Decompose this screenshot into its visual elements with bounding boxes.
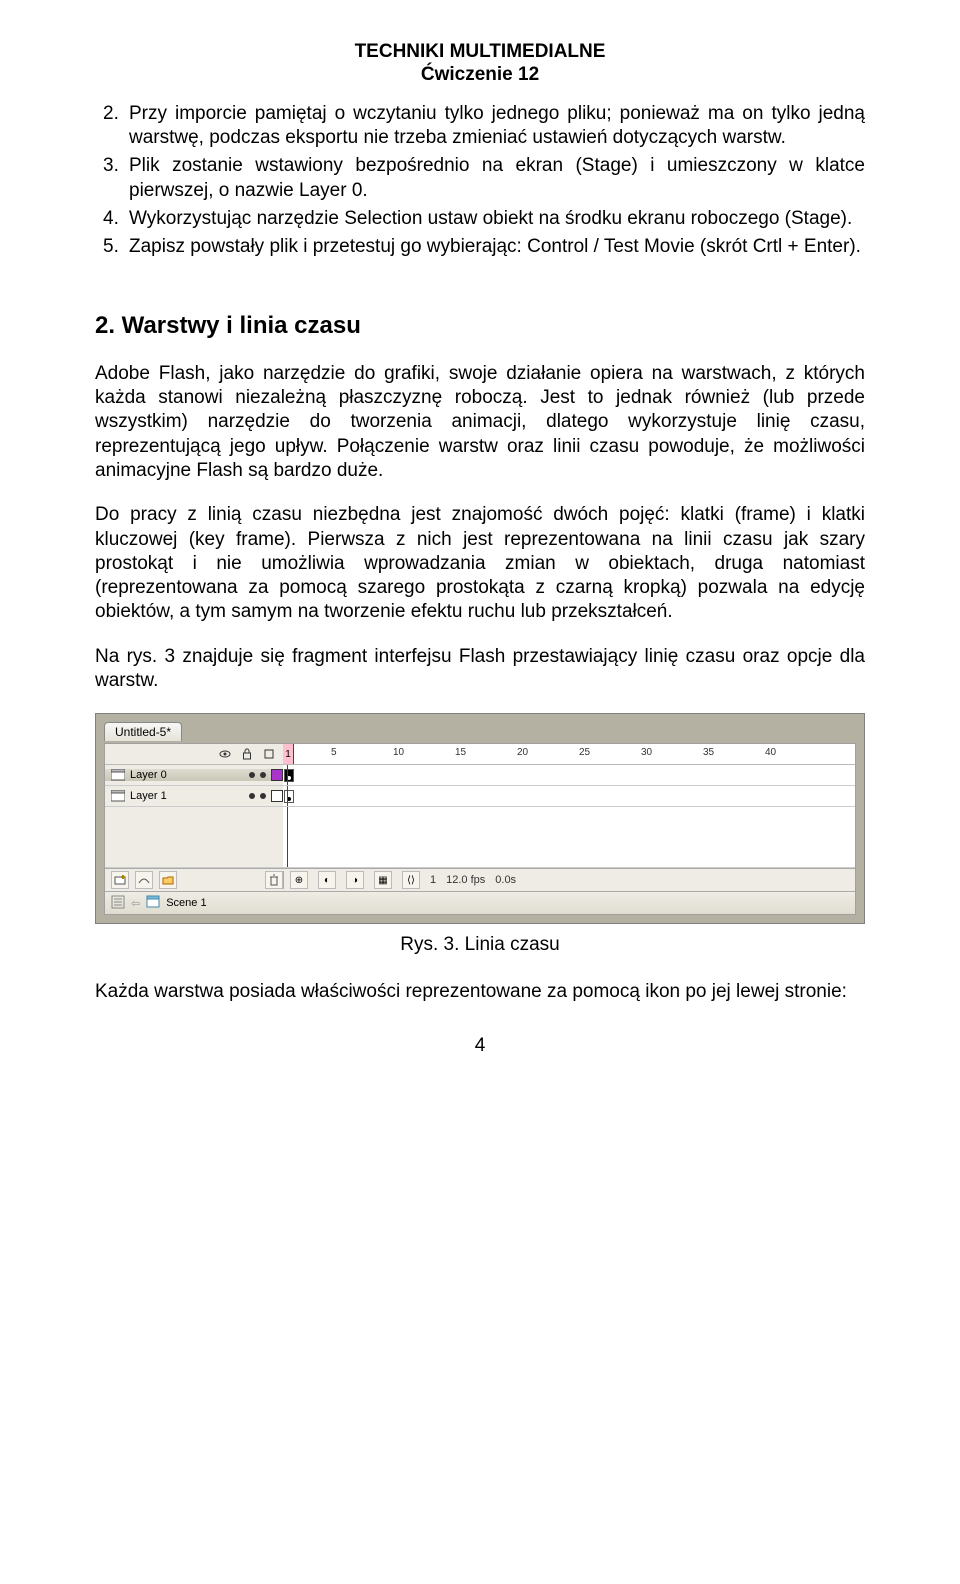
layer-name: Layer 1 — [130, 790, 244, 802]
edit-multiple-frames-button[interactable]: ▦ — [374, 871, 392, 889]
doc-header-subtitle: Ćwiczenie 12 — [95, 64, 865, 86]
layer-icon — [111, 790, 125, 802]
frame-rate: 12.0 fps — [446, 874, 485, 886]
layer-name: Layer 0 — [130, 769, 244, 781]
document-tab[interactable]: Untitled-5* — [104, 722, 182, 741]
lock-dot[interactable] — [260, 793, 266, 799]
visibility-dot[interactable] — [249, 793, 255, 799]
paragraph: Na rys. 3 znajduje się fragment interfej… — [95, 645, 865, 694]
timeline-footer: ⊕ ◐ ◑ ▦ ⟨⟩ 1 12.0 fps 0.0s — [105, 868, 855, 891]
playhead-line — [287, 786, 288, 806]
ruler-tick: 40 — [765, 747, 776, 758]
paragraph: Do pracy z linią czasu niezbędna jest zn… — [95, 503, 865, 625]
paragraph: Adobe Flash, jako narzędzie do grafiki, … — [95, 362, 865, 484]
current-frame: 1 — [430, 874, 436, 886]
playhead-line — [287, 765, 288, 785]
layer-frames[interactable] — [283, 765, 855, 785]
outline-icon[interactable] — [263, 748, 275, 760]
list-number: 3. — [95, 154, 129, 203]
new-layer-button[interactable] — [111, 871, 129, 889]
ruler-tick: 15 — [455, 747, 466, 758]
timeline-header: 1 5 10 15 20 25 30 35 40 — [105, 744, 855, 765]
document-tab-row: Untitled-5* — [104, 722, 856, 743]
lock-dot[interactable] — [260, 772, 266, 778]
visibility-dot[interactable] — [249, 772, 255, 778]
timeline-collapse-button[interactable] — [111, 895, 125, 912]
list-number: 5. — [95, 235, 129, 259]
timeline-footer-right: ⊕ ◐ ◑ ▦ ⟨⟩ 1 12.0 fps 0.0s — [283, 871, 855, 889]
layer-icon — [111, 769, 125, 781]
eye-icon[interactable] — [219, 748, 231, 760]
new-folder-button[interactable] — [159, 871, 177, 889]
scene-icon — [146, 895, 160, 912]
list-item: 5. Zapisz powstały plik i przetestuj go … — [95, 235, 865, 259]
list-text: Przy imporcie pamiętaj o wczytaniu tylko… — [129, 102, 865, 151]
layer-left[interactable]: Layer 1 — [105, 790, 283, 802]
timeline-header-left — [105, 748, 283, 760]
ruler-tick: 10 — [393, 747, 404, 758]
ruler-tick: 5 — [331, 747, 337, 758]
timeline-ruler[interactable]: 1 5 10 15 20 25 30 35 40 — [283, 744, 855, 764]
layer-blank-area — [105, 807, 855, 868]
doc-header-title: TECHNIKI MULTIMEDIALNE — [95, 40, 865, 64]
paragraph: Każda warstwa posiada właściwości reprez… — [95, 980, 865, 1004]
ruler-tick: 35 — [703, 747, 714, 758]
edit-bar: ⇦ Scene 1 — [105, 891, 855, 914]
elapsed-time: 0.0s — [495, 874, 516, 886]
new-motion-guide-button[interactable] — [135, 871, 153, 889]
list-text: Wykorzystując narzędzie Selection ustaw … — [129, 207, 865, 231]
delete-layer-button[interactable] — [265, 871, 283, 889]
scene-label[interactable]: Scene 1 — [166, 897, 206, 909]
modify-onion-markers-button[interactable]: ⟨⟩ — [402, 871, 420, 889]
keyframe[interactable] — [284, 790, 294, 803]
timeline-footer-left — [105, 871, 283, 889]
layer-row[interactable]: Layer 1 — [105, 786, 855, 807]
playhead-frame-indicator[interactable]: 1 — [283, 744, 294, 764]
layer-row[interactable]: Layer 0 — [105, 765, 855, 786]
layer-left[interactable]: Layer 0 — [105, 769, 283, 781]
ruler-tick: 25 — [579, 747, 590, 758]
list-item: 4. Wykorzystując narzędzie Selection ust… — [95, 207, 865, 231]
list-text: Zapisz powstały plik i przetestuj go wyb… — [129, 235, 865, 259]
onion-skin-button[interactable]: ◐ — [318, 871, 336, 889]
playhead-line — [287, 807, 288, 867]
onion-skin-outlines-button[interactable]: ◑ — [346, 871, 364, 889]
layer-frames[interactable] — [283, 786, 855, 806]
list-item: 3. Plik zostanie wstawiony bezpośrednio … — [95, 154, 865, 203]
timeline-panel: 1 5 10 15 20 25 30 35 40 — [104, 743, 856, 915]
outline-swatch[interactable] — [271, 790, 283, 802]
back-button[interactable]: ⇦ — [131, 897, 140, 910]
page-number: 4 — [95, 1035, 865, 1057]
ruler-tick: 20 — [517, 747, 528, 758]
figure-caption: Rys. 3. Linia czasu — [95, 934, 865, 956]
lock-icon[interactable] — [241, 748, 253, 760]
figure-timeline: Untitled-5* 1 — [95, 713, 865, 924]
ordered-list: 2. Przy imporcie pamiętaj o wczytaniu ty… — [95, 102, 865, 260]
list-item: 2. Przy imporcie pamiętaj o wczytaniu ty… — [95, 102, 865, 151]
list-text: Plik zostanie wstawiony bezpośrednio na … — [129, 154, 865, 203]
section-heading: 2. Warstwy i linia czasu — [95, 312, 865, 340]
outline-swatch[interactable] — [271, 769, 283, 781]
list-number: 4. — [95, 207, 129, 231]
center-frame-button[interactable]: ⊕ — [290, 871, 308, 889]
ruler-tick: 30 — [641, 747, 652, 758]
list-number: 2. — [95, 102, 129, 151]
keyframe[interactable] — [284, 769, 294, 782]
